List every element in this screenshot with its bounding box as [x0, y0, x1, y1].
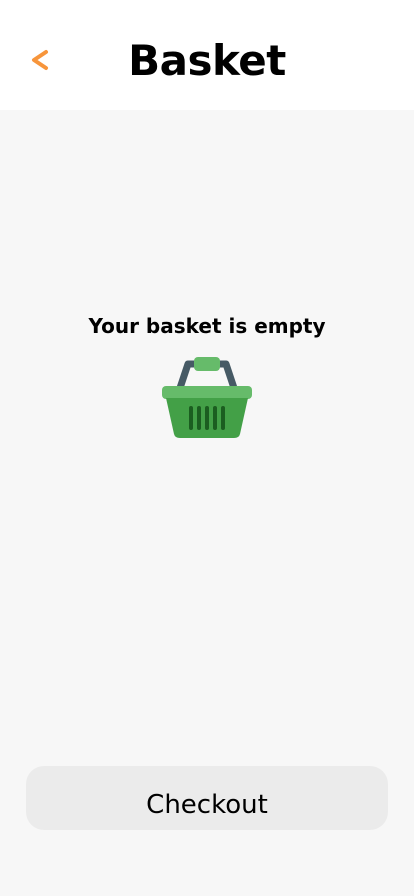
shopping-basket-icon — [162, 357, 252, 438]
page-title: Basket — [128, 36, 286, 85]
empty-basket-message: Your basket is empty — [88, 314, 326, 338]
checkout-button-label: Checkout — [146, 790, 268, 820]
header-bar: Basket — [0, 0, 414, 110]
checkout-button[interactable]: Checkout — [26, 766, 388, 830]
